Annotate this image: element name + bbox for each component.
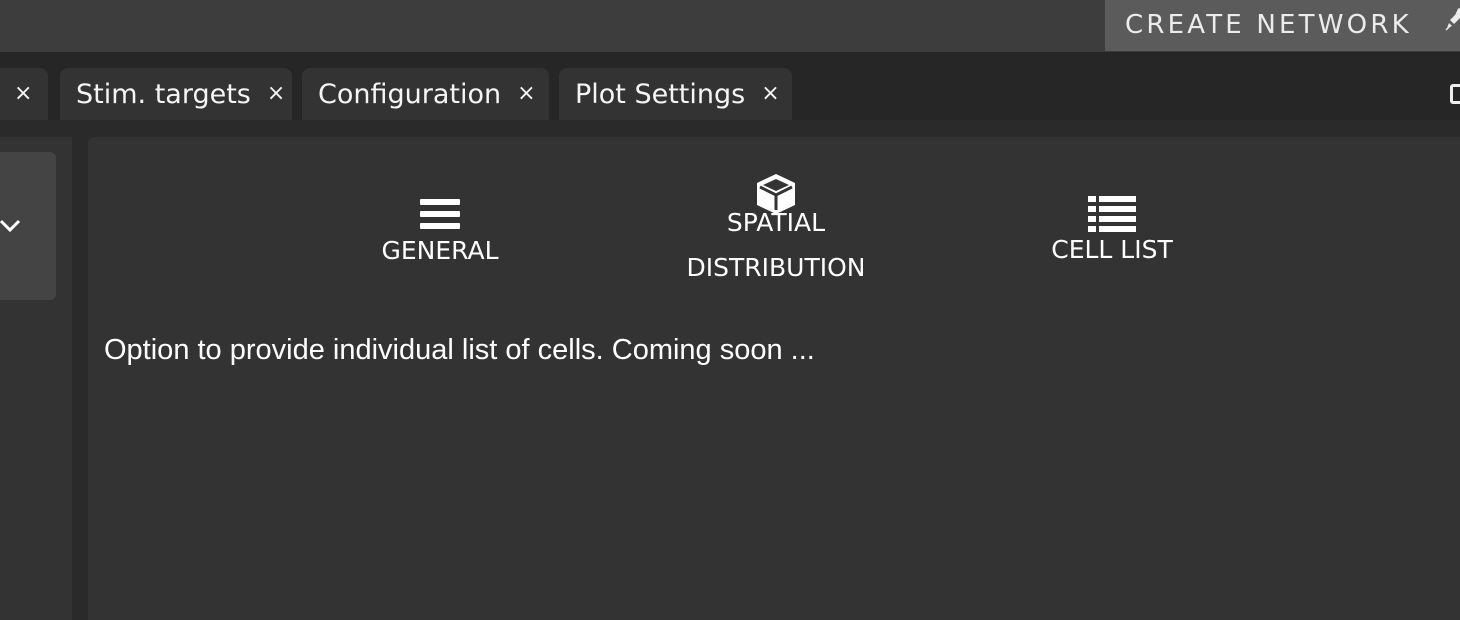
nav-spatial-label-line2: DISTRIBUTION (686, 253, 866, 282)
tab-close-icon[interactable]: × (267, 83, 285, 105)
tab-label: Stim. targets (76, 78, 251, 110)
coming-soon-message: Option to provide individual list of cel… (104, 334, 815, 366)
tab-close-icon[interactable]: × (14, 83, 32, 105)
create-network-label: CREATE NETWORK (1125, 9, 1412, 40)
tab-label: Plot Settings (575, 78, 746, 110)
tab-partial[interactable]: × (0, 68, 48, 120)
nav-spatial-distribution[interactable]: SPATIAL DISTRIBUTION (660, 172, 892, 290)
tab-configuration[interactable]: Configuration × (302, 68, 549, 120)
nav-cell-list[interactable]: CELL LIST (1030, 195, 1194, 272)
tab-strip: × Stim. targets × Configuration × Plot S… (0, 52, 1460, 120)
create-network-button[interactable]: CREATE NETWORK (1105, 0, 1460, 51)
tab-plot-settings[interactable]: Plot Settings × (559, 68, 792, 120)
maximize-icon[interactable] (1450, 84, 1460, 104)
nav-spatial-label-line1: SPATIAL (726, 208, 826, 237)
collapsed-list-item[interactable] (0, 152, 56, 300)
hamburger-menu-icon (420, 199, 460, 229)
tab-label: Configuration (318, 78, 502, 110)
nav-general[interactable]: GENERAL (360, 196, 520, 273)
tab-close-icon[interactable]: × (761, 83, 779, 105)
rocket-icon (1445, 8, 1460, 31)
tab-close-icon[interactable]: × (517, 83, 535, 105)
chevron-down-icon[interactable] (0, 218, 22, 234)
nav-general-label: GENERAL (381, 236, 499, 265)
nav-cell-list-label: CELL LIST (1051, 235, 1173, 264)
tab-stim-targets[interactable]: Stim. targets × (60, 68, 292, 120)
top-app-bar: CREATE NETWORK (0, 0, 1460, 52)
